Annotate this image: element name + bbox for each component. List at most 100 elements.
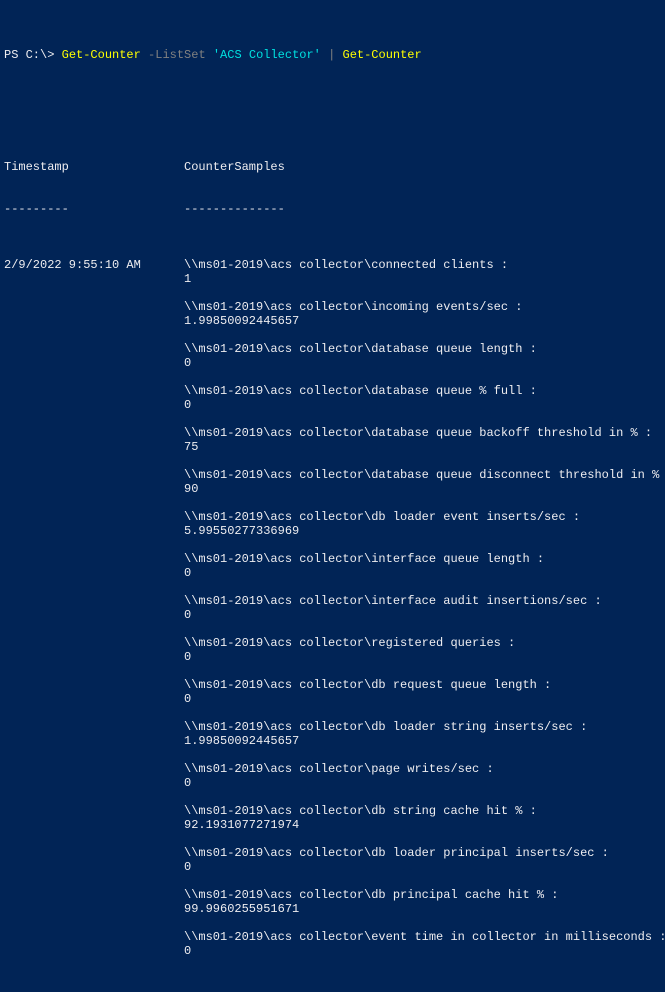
counter-path: \\ms01-2019\acs collector\database queue… xyxy=(184,384,661,398)
blank-line xyxy=(4,412,661,426)
counter-value-row: 99.9960255951671 xyxy=(4,902,661,916)
counter-value: 0 xyxy=(184,860,661,874)
blank-line xyxy=(4,538,661,552)
counter-value: 0 xyxy=(184,566,661,580)
counter-value: 0 xyxy=(184,944,661,958)
timestamp-cell-empty xyxy=(4,566,184,580)
counter-sample-row: \\ms01-2019\acs collector\event time in … xyxy=(4,930,661,944)
timestamp-cell-empty xyxy=(4,944,184,958)
timestamp-cell xyxy=(4,426,184,440)
blank-line xyxy=(4,286,661,300)
timestamp-cell xyxy=(4,636,184,650)
counter-value: 0 xyxy=(184,692,661,706)
blank-line xyxy=(4,874,661,888)
timestamp-cell xyxy=(4,342,184,356)
blank-line xyxy=(4,790,661,804)
counter-value-row: 0 xyxy=(4,650,661,664)
counter-value-row: 0 xyxy=(4,356,661,370)
blank-line xyxy=(4,370,661,384)
counter-value: 1 xyxy=(184,272,661,286)
counter-value-row: 0 xyxy=(4,692,661,706)
counter-sample-row: \\ms01-2019\acs collector\db string cach… xyxy=(4,804,661,818)
timestamp-cell-empty xyxy=(4,482,184,496)
timestamp-cell xyxy=(4,720,184,734)
counter-sample-row: \\ms01-2019\acs collector\incoming event… xyxy=(4,300,661,314)
counter-value-row: 1.99850092445657 xyxy=(4,314,661,328)
prompt-ps: PS xyxy=(4,48,18,62)
counter-path: \\ms01-2019\acs collector\db principal c… xyxy=(184,888,661,902)
counter-value-row: 90 xyxy=(4,482,661,496)
timestamp-cell-empty xyxy=(4,272,184,286)
counter-value: 0 xyxy=(184,398,661,412)
header-countersamples: CounterSamples xyxy=(184,160,661,174)
counter-path: \\ms01-2019\acs collector\database queue… xyxy=(184,468,665,482)
timestamp-cell-empty xyxy=(4,398,184,412)
blank-line xyxy=(4,496,661,510)
counter-value-row: 92.1931077271974 xyxy=(4,818,661,832)
counter-value-row: 0 xyxy=(4,776,661,790)
pipe-symbol: | xyxy=(328,48,335,62)
counter-path: \\ms01-2019\acs collector\db string cach… xyxy=(184,804,661,818)
header-row: TimestampCounterSamples xyxy=(4,160,661,174)
counter-path: \\ms01-2019\acs collector\database queue… xyxy=(184,426,661,440)
timestamp-cell-empty xyxy=(4,650,184,664)
timestamp-cell xyxy=(4,762,184,776)
prompt-line: PS C:\> Get-Counter -ListSet 'ACS Collec… xyxy=(4,48,661,62)
blank-line xyxy=(4,748,661,762)
blank-line xyxy=(4,706,661,720)
counter-sample-row: \\ms01-2019\acs collector\db principal c… xyxy=(4,888,661,902)
blank-line xyxy=(4,454,661,468)
counter-value: 92.1931077271974 xyxy=(184,818,661,832)
counter-sample-row: \\ms01-2019\acs collector\database queue… xyxy=(4,342,661,356)
counter-value-row: 1.99850092445657 xyxy=(4,734,661,748)
counter-value: 1.99850092445657 xyxy=(184,314,661,328)
counter-value: 99.9960255951671 xyxy=(184,902,661,916)
counter-path: \\ms01-2019\acs collector\connected clie… xyxy=(184,258,661,272)
counter-value: 75 xyxy=(184,440,661,454)
counter-sample-row: 2/9/2022 9:55:10 AM\\ms01-2019\acs colle… xyxy=(4,258,661,272)
output-block: 2/9/2022 9:55:10 AM\\ms01-2019\acs colle… xyxy=(4,258,661,958)
blank-line xyxy=(4,328,661,342)
counter-value: 90 xyxy=(184,482,661,496)
counter-value: 5.99550277336969 xyxy=(184,524,661,538)
timestamp-cell: 2/9/2022 9:55:10 AM xyxy=(4,258,184,272)
counter-path: \\ms01-2019\acs collector\interface queu… xyxy=(184,552,661,566)
counter-path: \\ms01-2019\acs collector\registered que… xyxy=(184,636,661,650)
counter-value-row: 5.99550277336969 xyxy=(4,524,661,538)
powershell-terminal[interactable]: PS C:\> Get-Counter -ListSet 'ACS Collec… xyxy=(0,0,665,992)
timestamp-cell-empty xyxy=(4,776,184,790)
timestamp-cell-empty xyxy=(4,692,184,706)
timestamp-cell xyxy=(4,846,184,860)
cmdlet-get-counter-2: Get-Counter xyxy=(343,48,422,62)
counter-value: 0 xyxy=(184,650,661,664)
counter-value-row: 0 xyxy=(4,398,661,412)
timestamp-cell-empty xyxy=(4,734,184,748)
counter-sample-row: \\ms01-2019\acs collector\database queue… xyxy=(4,468,661,482)
blank-line xyxy=(4,104,661,118)
counter-path: \\ms01-2019\acs collector\db loader even… xyxy=(184,510,661,524)
header-timestamp: Timestamp xyxy=(4,160,184,174)
counter-path: \\ms01-2019\acs collector\incoming event… xyxy=(184,300,661,314)
arg-acs-collector: 'ACS Collector' xyxy=(213,48,321,62)
timestamp-cell xyxy=(4,468,184,482)
counter-sample-row: \\ms01-2019\acs collector\db loader even… xyxy=(4,510,661,524)
blank-line xyxy=(4,664,661,678)
counter-sample-row: \\ms01-2019\acs collector\db loader stri… xyxy=(4,720,661,734)
timestamp-cell xyxy=(4,552,184,566)
counter-value-row: 1 xyxy=(4,272,661,286)
counter-path: \\ms01-2019\acs collector\interface audi… xyxy=(184,594,661,608)
counter-path: \\ms01-2019\acs collector\db loader stri… xyxy=(184,720,661,734)
timestamp-cell xyxy=(4,888,184,902)
timestamp-cell xyxy=(4,300,184,314)
timestamp-cell xyxy=(4,678,184,692)
counter-value: 0 xyxy=(184,776,661,790)
counter-sample-row: \\ms01-2019\acs collector\db request que… xyxy=(4,678,661,692)
timestamp-cell-empty xyxy=(4,356,184,370)
blank-line xyxy=(4,622,661,636)
counter-path: \\ms01-2019\acs collector\database queue… xyxy=(184,342,661,356)
timestamp-cell-empty xyxy=(4,860,184,874)
blank-line xyxy=(4,916,661,930)
counter-value: 0 xyxy=(184,356,661,370)
counter-sample-row: \\ms01-2019\acs collector\db loader prin… xyxy=(4,846,661,860)
header-separator: ----------------------- xyxy=(4,202,661,216)
